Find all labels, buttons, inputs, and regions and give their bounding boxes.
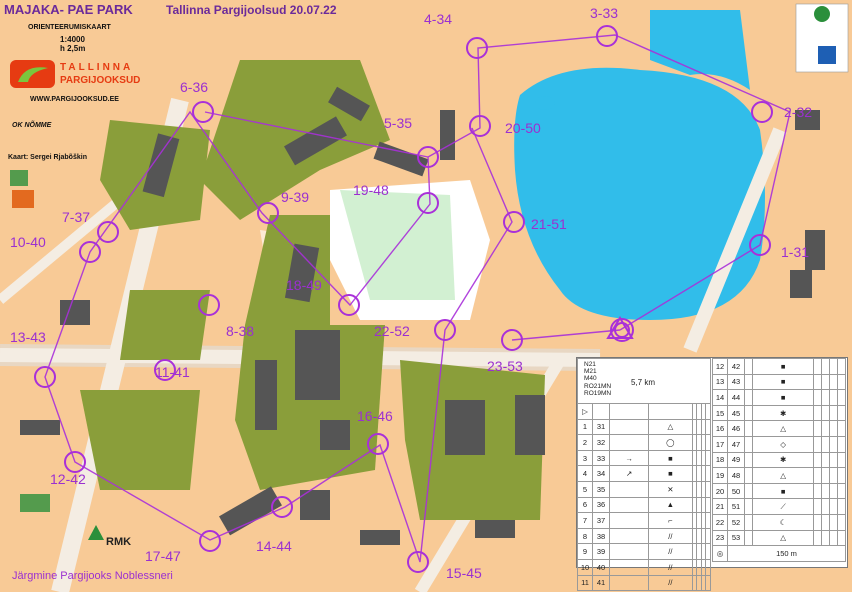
description-row: 4 34 ↗ ■	[577, 465, 711, 482]
control-label: 12-42	[50, 471, 86, 487]
control-label: 18-49	[286, 277, 322, 293]
control-label: 19-48	[353, 182, 389, 198]
control-label: 15-45	[446, 565, 482, 581]
control-description-sheet: N21 M21 M40 RO21MN RO19MN 5,7 km ▷ 1 31 △ …	[576, 357, 848, 592]
description-row: 12 42 ■	[712, 358, 846, 375]
description-row: 19 48 △	[712, 467, 846, 484]
control-label: 2-32	[784, 104, 813, 120]
club-name-2: PARGIJOOKSUD	[60, 75, 141, 86]
cartographer: Kaart: Sergei Rjabõškin	[8, 154, 87, 161]
description-row: 2 32 ◯	[577, 434, 711, 451]
description-row: 10 40//	[577, 558, 711, 576]
description-row: 20 50 ■	[712, 482, 846, 500]
ok-logo: OK NÕMME	[12, 122, 52, 129]
map-type: ORIENTEERUMISKAART	[28, 24, 111, 31]
description-row: 7 37 ⌐	[577, 512, 711, 529]
class-label: N21	[584, 361, 596, 368]
description-row: 18 49 ✱	[712, 451, 846, 469]
contour-interval: h 2,5m	[60, 44, 86, 53]
finish-symbol: ◎	[712, 545, 728, 562]
class-label: M21	[584, 368, 597, 376]
rmk-text: RMK	[106, 536, 132, 548]
description-row: 16 46 △	[712, 420, 846, 437]
parking-sign	[818, 46, 836, 64]
map-title: MAJAKA- PAE PARK	[4, 2, 133, 17]
map-scale: 1:4000	[60, 35, 85, 44]
class-label: M40	[584, 375, 597, 383]
finish-row: ◎ 150 m	[712, 545, 846, 562]
website-link[interactable]: WWW.PARGIJOOKSUD.EE	[30, 96, 119, 103]
description-row: 9 39//	[577, 543, 711, 560]
tallinn-badge	[814, 6, 830, 22]
description-row: 1 31 △	[577, 418, 711, 436]
description-row: 3 33 → ■	[577, 449, 711, 467]
control-label: 20-50	[505, 120, 541, 136]
control-label: 5-35	[384, 115, 413, 131]
event-name: Tallinna Pargijoolsud 20.07.22	[166, 3, 337, 17]
control-label: 4-34	[424, 11, 453, 27]
course-length: 5,7 km	[631, 378, 656, 387]
club-name: TALLINNA	[60, 62, 134, 73]
control-label: 22-52	[374, 323, 410, 339]
control-label: 13-43	[10, 329, 46, 345]
control-label: 17-47	[145, 548, 181, 564]
control-label: 6-36	[180, 79, 209, 95]
control-label: 21-51	[531, 216, 567, 232]
description-row: 11 41//	[577, 574, 711, 592]
description-row: 13 43 ■	[712, 373, 846, 391]
control-label: 16-46	[357, 408, 393, 424]
control-label: 7-37	[62, 209, 91, 225]
control-label: 8-38	[226, 323, 255, 339]
control-label: 1-31	[781, 244, 810, 260]
rae-logo	[20, 494, 50, 512]
footer-note: Järgmine Pargijooks Noblessneri	[12, 570, 173, 582]
description-row: 15 45 ✱	[712, 404, 846, 422]
control-label: 10-40	[10, 234, 46, 250]
control-label: 3-33	[590, 5, 619, 21]
control-label: 23-53	[487, 358, 523, 374]
description-column-right: 12 42 ■ 13 43 ■ 14 44 ■ 15 45 ✱ 16 46 △ 17 47 ◇ 18 49…	[712, 358, 846, 562]
class-label: RO21MN	[584, 382, 612, 390]
description-column-left: N21 M21 M40 RO21MN RO19MN 5,7 km ▷ 1 31 △ …	[577, 358, 711, 592]
description-row: 21 51 ⟋	[712, 498, 846, 515]
control-label: 11-41	[155, 364, 190, 380]
description-row: 17 47 ◇	[712, 435, 846, 453]
description-row: 23 53 △	[712, 529, 846, 547]
description-row: 8 38//	[577, 527, 711, 545]
description-row: 6 36 ▲	[577, 496, 711, 514]
start-symbol: ▷	[577, 403, 593, 420]
finish-distance: 150 m	[727, 545, 846, 562]
control-label: 14-44	[256, 538, 292, 554]
description-row: 22 52 ☾	[712, 513, 846, 531]
class-label: RO19MN	[584, 389, 612, 397]
description-row: 5 35 ✕	[577, 480, 711, 498]
description-row: 14 44 ■	[712, 389, 846, 406]
orienteering-map: MAJAKA- PAE PARK Tallinna Pargijoolsud 2…	[0, 0, 852, 592]
control-label: 9-39	[281, 189, 310, 205]
